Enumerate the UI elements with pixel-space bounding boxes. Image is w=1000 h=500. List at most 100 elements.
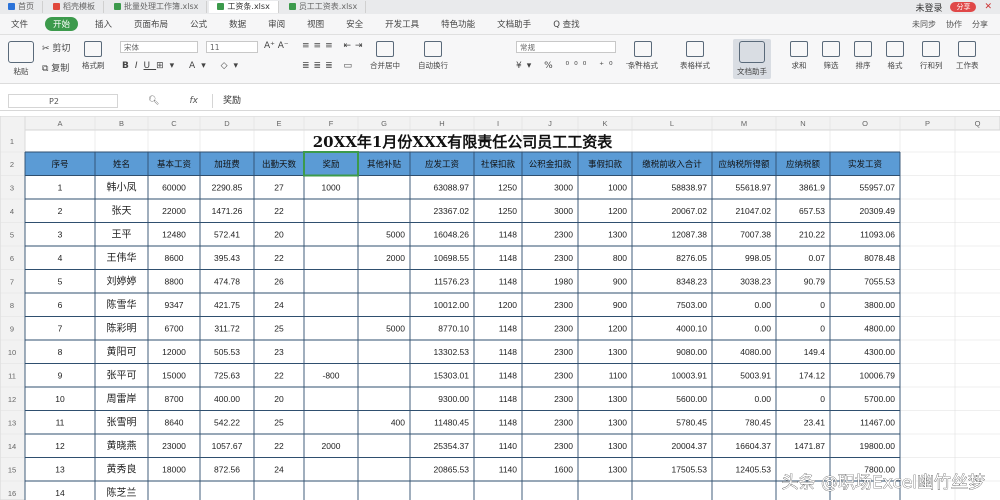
row-header: 11: [8, 371, 16, 380]
tab-workbook-1[interactable]: 批量处理工作簿.xlsx: [106, 1, 208, 13]
table-cell: 11480.45: [434, 417, 469, 427]
doc-assistant-button[interactable]: 文档助手: [733, 39, 771, 79]
worksheet-button[interactable]: 工作表: [956, 41, 979, 71]
menu-data[interactable]: 数据: [218, 18, 257, 30]
row-header: 13: [8, 418, 16, 427]
format-painter-button[interactable]: 格式刷: [82, 41, 105, 71]
table-cell: 8276.05: [676, 253, 707, 263]
table-cell: 10012.00: [434, 300, 470, 310]
close-icon[interactable]: ✕: [984, 2, 992, 12]
format-button[interactable]: 格式: [886, 41, 904, 71]
user-login[interactable]: 未登录: [915, 1, 942, 14]
sum-button[interactable]: 求和: [790, 41, 808, 71]
table-cell: 1980: [554, 276, 573, 286]
table-cell: 872.56: [214, 464, 240, 474]
table-cell: 15303.01: [434, 370, 470, 380]
font-size-select[interactable]: 11: [206, 41, 258, 53]
column-header: B: [119, 119, 124, 128]
menu-view[interactable]: 视图: [296, 18, 335, 30]
copy-label: 复制: [51, 64, 70, 74]
column-header: Q: [975, 119, 981, 128]
table-cell: 9080.00: [676, 347, 707, 357]
table-cell: 26: [274, 276, 284, 286]
menu-developer[interactable]: 开发工具: [374, 18, 430, 30]
font-name-select[interactable]: 宋体: [120, 41, 198, 53]
merge-center-button[interactable]: 合并居中: [370, 41, 400, 71]
menu-review[interactable]: 审阅: [257, 18, 296, 30]
row-header: 6: [10, 254, 14, 263]
sync-status[interactable]: 未同步: [912, 19, 936, 30]
table-cell: 55618.97: [736, 182, 772, 192]
font-grow-shrink[interactable]: A⁺ A⁻: [264, 41, 289, 51]
spreadsheet-tab-icon: [114, 3, 121, 10]
number-format-select[interactable]: 常规: [516, 41, 616, 53]
rows-cols-button[interactable]: 行和列: [920, 41, 943, 71]
menu-page-layout[interactable]: 页面布局: [123, 18, 179, 30]
worksheet-icon: [958, 41, 977, 57]
wrap-text-button[interactable]: 自动换行: [418, 41, 448, 71]
copy-button[interactable]: ⧉ 复制: [42, 61, 69, 74]
table-cell: 1148: [499, 347, 518, 357]
share-button[interactable]: 分享: [950, 2, 977, 12]
number-format-buttons[interactable]: ¥▾ % ⁰⁰⁰ ⁺⁰ ⁻⁰: [516, 61, 644, 71]
menu-formulas[interactable]: 公式: [179, 18, 218, 30]
table-cell: 2300: [554, 229, 573, 239]
table-cell: 张天: [112, 205, 132, 217]
table-cell: 13302.53: [434, 347, 470, 357]
align-buttons[interactable]: ≡≡≡ ⇤⇥: [302, 41, 367, 51]
row-header: 16: [8, 489, 16, 498]
table-cell: 3000: [554, 206, 573, 216]
table-cell: 12: [55, 441, 65, 451]
tab-workbook-3[interactable]: 员工工资表.xlsx: [281, 1, 367, 13]
table-cell: 6: [58, 300, 63, 310]
filter-button[interactable]: 筛选: [822, 41, 840, 71]
share-menu-button[interactable]: 分享: [972, 19, 988, 30]
sort-button[interactable]: 排序: [854, 41, 872, 71]
cut-button[interactable]: ✂ 剪切: [42, 41, 70, 54]
menu-features[interactable]: 特色功能: [430, 18, 486, 30]
assistant-icon: [739, 41, 765, 63]
menu-doc-assistant[interactable]: 文档助手: [486, 18, 542, 30]
table-cell: 4080.00: [740, 347, 771, 357]
table-cell: 8770.10: [438, 323, 469, 333]
name-box[interactable]: P2: [8, 94, 118, 108]
table-cell: 5003.91: [740, 370, 771, 380]
font-style-buttons[interactable]: BIU⊞▾ A▾ ◇▾: [122, 61, 244, 71]
column-header: I: [497, 119, 499, 128]
cond-format-label: 条件格式: [628, 61, 658, 70]
tab-docer[interactable]: 稻壳模板: [45, 1, 104, 13]
menu-security[interactable]: 安全: [335, 18, 374, 30]
column-header: H: [439, 119, 444, 128]
formula-input[interactable]: 奖励: [211, 94, 241, 108]
table-cell: 1471.26: [212, 206, 243, 216]
column-header: M: [741, 119, 747, 128]
table-header-cell: 其他补贴: [367, 159, 402, 170]
conditional-format-button[interactable]: 条件格式: [628, 41, 658, 71]
menu-home[interactable]: 开始: [45, 17, 79, 31]
menu-file[interactable]: 文件: [0, 18, 39, 30]
docer-tab-icon: [53, 3, 60, 10]
collaborate-button[interactable]: 协作: [946, 19, 962, 30]
tab-home[interactable]: 首页: [0, 1, 43, 13]
table-cell: 90.79: [804, 276, 826, 286]
table-style-button[interactable]: 表格样式: [680, 41, 710, 71]
table-cell: 2300: [554, 253, 573, 263]
tab-workbook-2[interactable]: 工资条.xlsx: [209, 1, 279, 13]
zoom-icon[interactable]: 🔍︎: [148, 96, 159, 106]
menu-insert[interactable]: 插入: [84, 18, 123, 30]
table-cell: 24: [274, 464, 284, 474]
table-header-cell: 应发工资: [425, 159, 460, 170]
spreadsheet-grid[interactable]: A B C D E F G H I J K L M N O P Q 1 2 3 4 5 6 7 8 9 10 11 12 13 14 15 16…: [0, 116, 1000, 500]
paste-button[interactable]: 粘贴: [8, 41, 34, 77]
filter-icon: [822, 41, 840, 57]
fx-icon[interactable]: fx: [189, 96, 198, 106]
menu-search[interactable]: Q 查找: [542, 18, 590, 30]
table-cell: 149.4: [804, 347, 826, 357]
align-buttons-2[interactable]: ≣≣≣ ▭: [302, 61, 356, 71]
table-cell: 2300: [554, 417, 573, 427]
table-cell: 780.45: [745, 417, 771, 427]
table-header-cell: 加班费: [214, 159, 240, 170]
table-cell: 张平可: [107, 369, 137, 381]
table-cell: 1148: [499, 276, 518, 286]
table-cell: 20: [274, 229, 284, 239]
